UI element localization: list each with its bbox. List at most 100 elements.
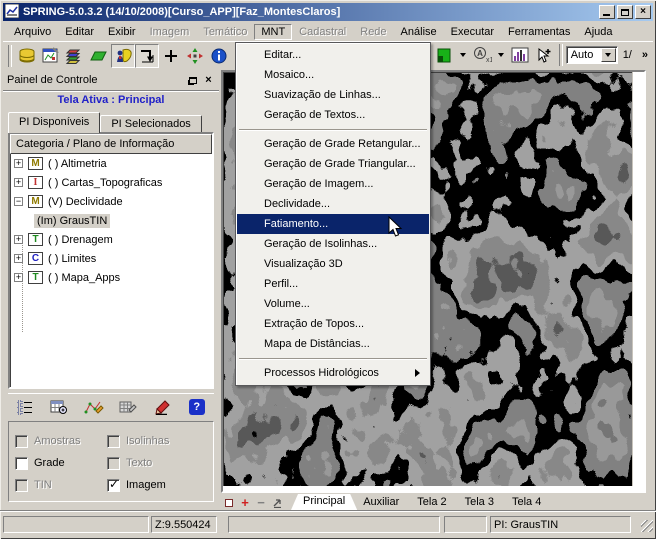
menu-item-geracao-de-imagem[interactable]: Geração de Imagem... <box>237 174 429 194</box>
menu-item-mapa-de-distancias[interactable]: Mapa de Distâncias... <box>237 334 429 354</box>
cursor-area-icon[interactable] <box>135 44 159 68</box>
collapse-icon[interactable]: − <box>14 197 23 206</box>
close-panel-button[interactable]: × <box>202 74 215 86</box>
status-field-empty-3 <box>444 516 487 533</box>
pan-arrows-icon[interactable] <box>183 44 207 68</box>
screen-frame-icon[interactable] <box>222 496 236 509</box>
tree-header[interactable]: Categoria / Plano de Informação <box>10 134 212 154</box>
grade-checkbox[interactable] <box>15 457 28 470</box>
category-c-icon: C <box>28 252 43 265</box>
float-panel-button[interactable] <box>186 74 199 86</box>
expand-icon[interactable]: + <box>14 273 23 282</box>
svg-text:x1: x1 <box>486 57 492 64</box>
expand-icon[interactable]: + <box>14 178 23 187</box>
menu-item-mosaico[interactable]: Mosaico... <box>237 65 429 85</box>
close-button[interactable]: × <box>635 5 651 19</box>
menu-item-processos-hidrologicos[interactable]: Processos Hidrológicos <box>237 363 429 383</box>
menu-item-geracao-de-isolinhas[interactable]: Geração de Isolinhas... <box>237 234 429 254</box>
minimize-button[interactable] <box>599 5 615 19</box>
tree-item-graustin[interactable]: (Im) GrausTIN <box>10 211 212 230</box>
help-icon[interactable]: ? <box>184 395 210 419</box>
tree-item-declividade[interactable]: − M (V) Declividade <box>10 192 212 211</box>
zoom-plus-icon[interactable] <box>159 44 183 68</box>
text-scale-icon[interactable]: Ax1 <box>470 43 494 67</box>
dropdown-icon[interactable] <box>498 53 504 57</box>
menu-ajuda[interactable]: Ajuda <box>577 24 619 40</box>
menu-exibir[interactable]: Exibir <box>101 24 143 40</box>
add-screen-icon[interactable]: + <box>238 496 252 509</box>
isolinhas-checkbox <box>107 435 120 448</box>
status-field-empty-2 <box>228 516 440 533</box>
vertical-scrollbar[interactable] <box>632 72 644 491</box>
menu-item-editar[interactable]: Editar... <box>237 45 429 65</box>
restore-screen-icon[interactable] <box>270 496 284 509</box>
expand-icon[interactable]: + <box>14 235 23 244</box>
app-window: SPRING-5.0.3.2 (14/10/2008)[Curso_APP][F… <box>0 0 656 539</box>
erase-icon[interactable] <box>149 395 175 419</box>
scale-prefix: 1/ <box>623 49 632 61</box>
category-m-icon: M <box>28 157 43 170</box>
menu-analise[interactable]: Análise <box>394 24 444 40</box>
vector-edit-icon[interactable] <box>81 395 107 419</box>
menu-item-fatiamento[interactable]: Fatiamento... <box>237 214 429 234</box>
checkbox-grade[interactable]: Grade <box>15 457 105 470</box>
menu-mnt[interactable]: MNT <box>254 24 292 40</box>
zoom-select-button[interactable] <box>601 48 616 62</box>
image-register-icon[interactable] <box>39 44 63 68</box>
table-edit-icon[interactable] <box>115 395 141 419</box>
menu-item-geracao-de-grade-triangular[interactable]: Geração de Grade Triangular... <box>237 154 429 174</box>
list-contents-icon[interactable] <box>12 395 38 419</box>
tree-item-limites[interactable]: + C ( ) Limites <box>10 249 212 268</box>
layers-icon[interactable] <box>63 44 87 68</box>
menu-item-declividade[interactable]: Declividade... <box>237 194 429 214</box>
expand-icon[interactable]: + <box>14 254 23 263</box>
menu-item-extracao-de-topos[interactable]: Extração de Topos... <box>237 314 429 334</box>
tree-item-cartas-topograficas[interactable]: + I ( ) Cartas_Topograficas <box>10 173 212 192</box>
pi-tabs: PI Disponíveis PI Selecionados <box>8 111 214 133</box>
tree-item-drenagem[interactable]: + T ( ) Drenagem <box>10 230 212 249</box>
menu-item-suavizacao-de-linhas[interactable]: Suavização de Linhas... <box>237 85 429 105</box>
menu-item-geracao-de-grade-retangular[interactable]: Geração de Grade Retangular... <box>237 134 429 154</box>
tab-tela3[interactable]: Tela 3 <box>453 495 506 510</box>
resize-grip[interactable] <box>641 520 653 532</box>
tree-item-altimetria[interactable]: + M ( ) Altimetria <box>10 154 212 173</box>
menu-item-perfil[interactable]: Perfil... <box>237 274 429 294</box>
menu-ferramentas[interactable]: Ferramentas <box>501 24 577 40</box>
tab-tela2[interactable]: Tela 2 <box>405 495 458 510</box>
raster-class-icon[interactable] <box>432 43 456 67</box>
database-icon[interactable] <box>15 44 39 68</box>
tab-tela4[interactable]: Tela 4 <box>500 495 553 510</box>
menu-item-geracao-de-textos[interactable]: Geração de Textos... <box>237 105 429 125</box>
toolbar-overflow-chevron[interactable]: » <box>642 49 648 61</box>
mnt-dropdown-menu: Editar... Mosaico... Suavização de Linha… <box>235 42 431 386</box>
tab-pi-disponiveis[interactable]: PI Disponíveis <box>8 112 100 133</box>
imagem-checkbox[interactable]: ✓ <box>107 479 120 492</box>
horizontal-scrollbar[interactable] <box>223 486 644 491</box>
menu-executar[interactable]: Executar <box>444 24 501 40</box>
control-panel-header[interactable]: Painel de Controle × <box>3 70 219 91</box>
zoom-select[interactable]: Auto <box>566 46 618 64</box>
info-icon[interactable] <box>207 44 231 68</box>
control-panel-icon[interactable] <box>111 44 135 68</box>
menu-separator <box>237 125 429 134</box>
menu-editar[interactable]: Editar <box>58 24 101 40</box>
remove-screen-icon[interactable]: − <box>254 496 268 509</box>
menu-item-volume[interactable]: Volume... <box>237 294 429 314</box>
table-zoom-icon[interactable] <box>46 395 72 419</box>
menu-rede: Rede <box>353 24 393 40</box>
expand-icon[interactable]: + <box>14 159 23 168</box>
tab-principal[interactable]: Principal <box>291 494 357 510</box>
toolbar-handle[interactable] <box>8 45 12 67</box>
tab-auxiliar[interactable]: Auxiliar <box>351 495 411 510</box>
tab-pi-selecionados[interactable]: PI Selecionados <box>100 115 202 133</box>
acquire-cursor-icon[interactable] <box>532 43 556 67</box>
maximize-button[interactable] <box>617 5 633 19</box>
polygon-icon[interactable] <box>87 44 111 68</box>
checkbox-imagem[interactable]: ✓ Imagem <box>107 479 197 492</box>
menu-arquivo[interactable]: Arquivo <box>7 24 58 40</box>
dropdown-icon[interactable] <box>460 53 466 57</box>
tree-item-mapa-apps[interactable]: + T ( ) Mapa_Apps <box>10 268 212 287</box>
histogram-icon[interactable] <box>508 43 532 67</box>
menu-item-visualizacao-3d[interactable]: Visualização 3D <box>237 254 429 274</box>
titlebar[interactable]: SPRING-5.0.3.2 (14/10/2008)[Curso_APP][F… <box>3 3 653 21</box>
